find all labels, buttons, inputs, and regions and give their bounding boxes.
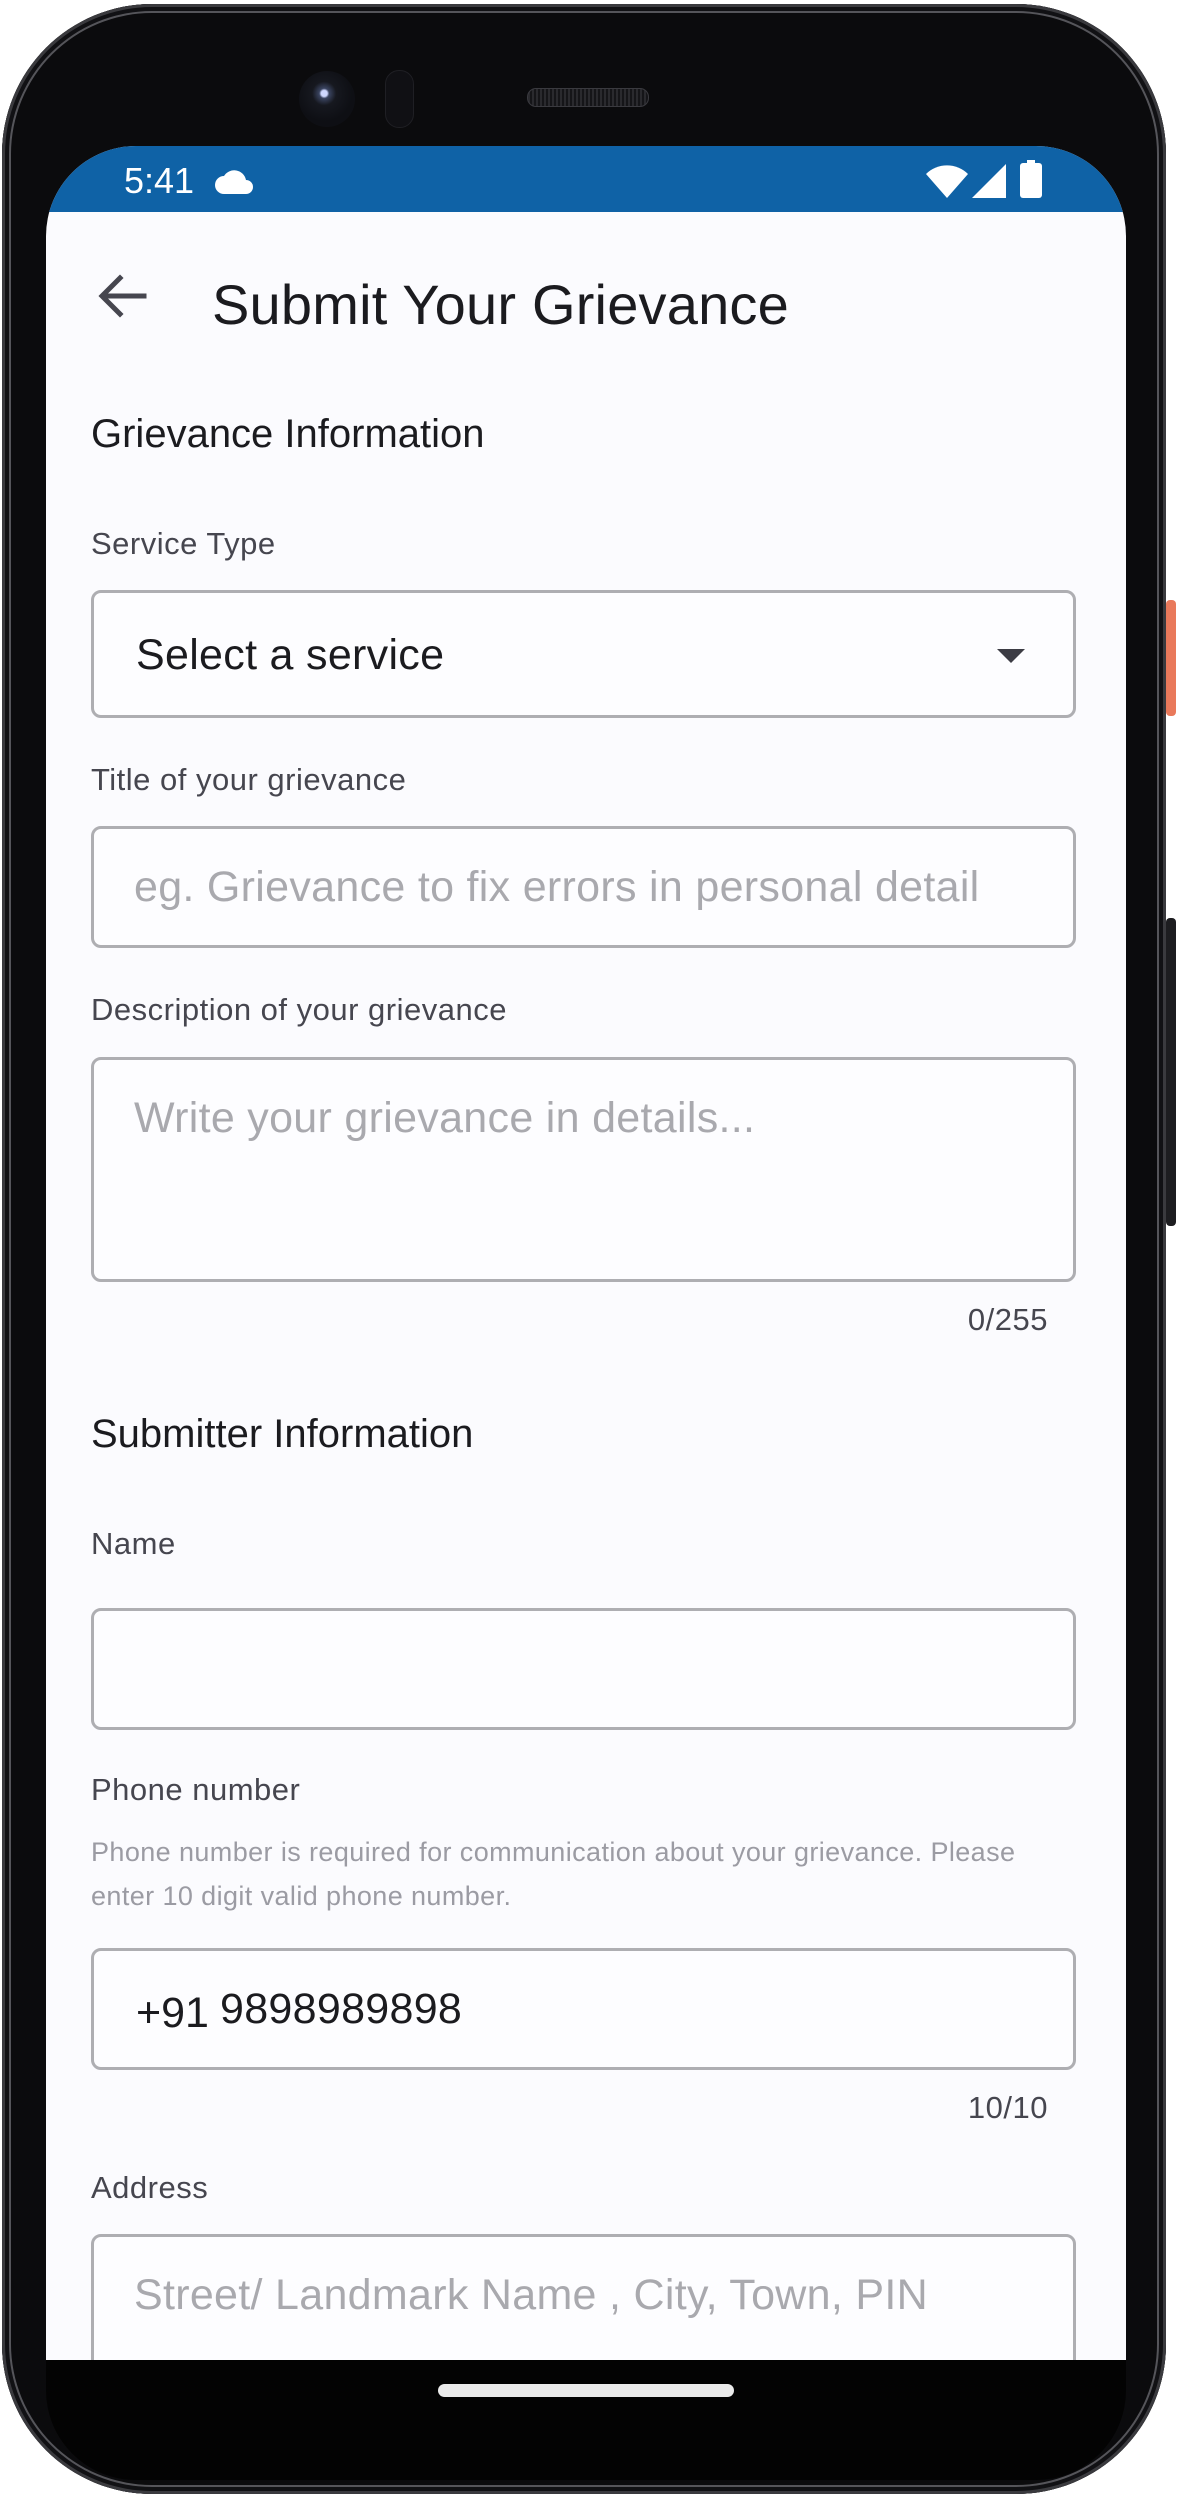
status-time: 5:41 bbox=[124, 160, 195, 201]
name-input[interactable] bbox=[94, 1611, 1073, 1727]
volume-rocker[interactable] bbox=[1166, 918, 1176, 1226]
phone-label: Phone number bbox=[91, 1772, 301, 1807]
section-heading-submitter: Submitter Information bbox=[91, 1412, 474, 1456]
title-input[interactable] bbox=[94, 829, 1073, 945]
phone-input-wrapper bbox=[212, 1951, 1073, 2067]
service-type-label: Service Type bbox=[91, 526, 276, 561]
address-textarea[interactable] bbox=[94, 2237, 1073, 2360]
address-field[interactable] bbox=[91, 2234, 1076, 2360]
phone-helper-text: Phone number is required for communicati… bbox=[91, 1837, 1016, 1911]
back-button[interactable] bbox=[86, 260, 156, 330]
app-bar: Submit Your Grievance bbox=[46, 212, 1126, 372]
battery-icon bbox=[1020, 160, 1042, 198]
signal-icon bbox=[972, 164, 1006, 198]
proximity-sensor bbox=[385, 70, 414, 128]
dropdown-arrow-icon bbox=[997, 649, 1025, 663]
phone-field[interactable]: +91 bbox=[91, 1948, 1076, 2070]
navigation-bar bbox=[46, 2360, 1126, 2480]
description-counter: 0/255 bbox=[967, 1302, 1048, 1337]
name-field[interactable] bbox=[91, 1608, 1076, 1730]
service-type-select[interactable]: Select a service bbox=[91, 590, 1076, 718]
description-field[interactable] bbox=[91, 1057, 1076, 1282]
earpiece-speaker bbox=[527, 88, 649, 107]
description-textarea[interactable] bbox=[94, 1060, 1073, 1279]
country-code-prefix: +91 bbox=[136, 1989, 209, 2037]
front-camera bbox=[299, 71, 355, 127]
address-label: Address bbox=[91, 2170, 209, 2205]
title-label: Title of your grievance bbox=[91, 762, 407, 797]
section-heading-grievance: Grievance Information bbox=[91, 412, 485, 456]
wifi-icon bbox=[926, 165, 968, 198]
page-title: Submit Your Grievance bbox=[212, 273, 789, 336]
phone-counter: 10/10 bbox=[967, 2090, 1048, 2125]
status-bar: 5:41 bbox=[46, 146, 1126, 212]
name-label: Name bbox=[91, 1526, 176, 1561]
power-button[interactable] bbox=[1166, 600, 1176, 716]
service-type-value: Select a service bbox=[136, 631, 445, 679]
phone-input[interactable] bbox=[212, 1951, 1073, 2067]
arrow-left-icon bbox=[98, 274, 147, 318]
title-field[interactable] bbox=[91, 826, 1076, 948]
home-gesture-handle[interactable] bbox=[438, 2384, 734, 2397]
description-label: Description of your grievance bbox=[91, 992, 507, 1027]
app-screen: 5:41 Submit Your Grievance Grievance Inf… bbox=[46, 146, 1126, 2360]
cloud-icon bbox=[215, 170, 253, 194]
